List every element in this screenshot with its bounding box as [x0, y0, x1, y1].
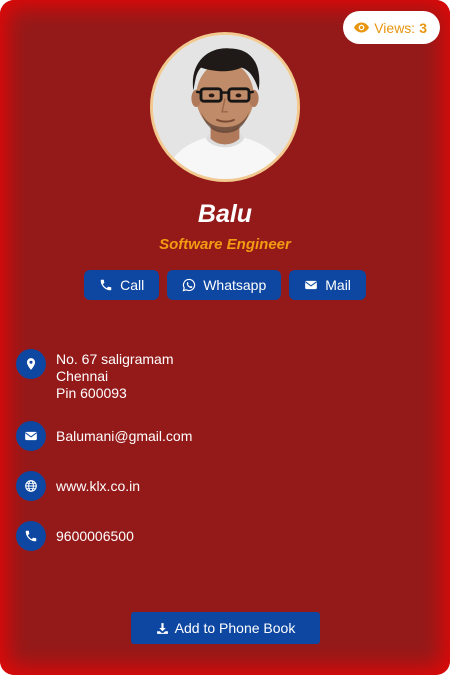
whatsapp-label: Whatsapp	[203, 277, 267, 293]
profile-card: Views: 3 Balu Software Engineer Call Wha…	[0, 0, 450, 675]
location-icon	[16, 349, 46, 379]
whatsapp-icon	[182, 278, 196, 292]
envelope-icon	[16, 421, 46, 451]
mail-label: Mail	[325, 277, 351, 293]
add-to-phone-book-button[interactable]: Add to Phone Book	[131, 612, 320, 644]
profile-title: Software Engineer	[159, 236, 291, 253]
views-count: 3	[419, 19, 427, 36]
phone-text[interactable]: 9600006500	[56, 521, 134, 545]
avatar	[150, 32, 300, 182]
globe-icon	[16, 471, 46, 501]
address-row: No. 67 saligramam Chennai Pin 600093	[16, 349, 174, 402]
eye-icon	[354, 22, 370, 33]
profile-name: Balu	[197, 200, 253, 228]
whatsapp-button[interactable]: Whatsapp	[167, 270, 282, 300]
email-row: Balumani@gmail.com	[16, 421, 192, 451]
address-line-2: Chennai	[56, 368, 109, 384]
phone-icon	[16, 521, 46, 551]
contact-actions: Call Whatsapp Mail	[0, 270, 450, 300]
address-line-1: No. 67 saligramam	[56, 351, 174, 367]
address-text: No. 67 saligramam Chennai Pin 600093	[56, 349, 174, 402]
phone-icon	[100, 279, 112, 291]
profile-photo	[153, 35, 297, 179]
call-label: Call	[120, 277, 145, 293]
call-button[interactable]: Call	[84, 270, 160, 300]
website-row: www.klx.co.in	[16, 471, 140, 501]
mail-button[interactable]: Mail	[289, 270, 366, 300]
download-icon	[156, 622, 168, 634]
email-text[interactable]: Balumani@gmail.com	[56, 421, 192, 445]
website-text[interactable]: www.klx.co.in	[56, 471, 140, 495]
add-to-phone-book-label: Add to Phone Book	[174, 620, 296, 636]
views-label: Views:	[374, 19, 416, 36]
phone-row: 9600006500	[16, 521, 134, 551]
address-line-3: Pin 600093	[56, 385, 127, 401]
views-badge: Views: 3	[343, 11, 440, 44]
mail-icon	[305, 280, 318, 290]
